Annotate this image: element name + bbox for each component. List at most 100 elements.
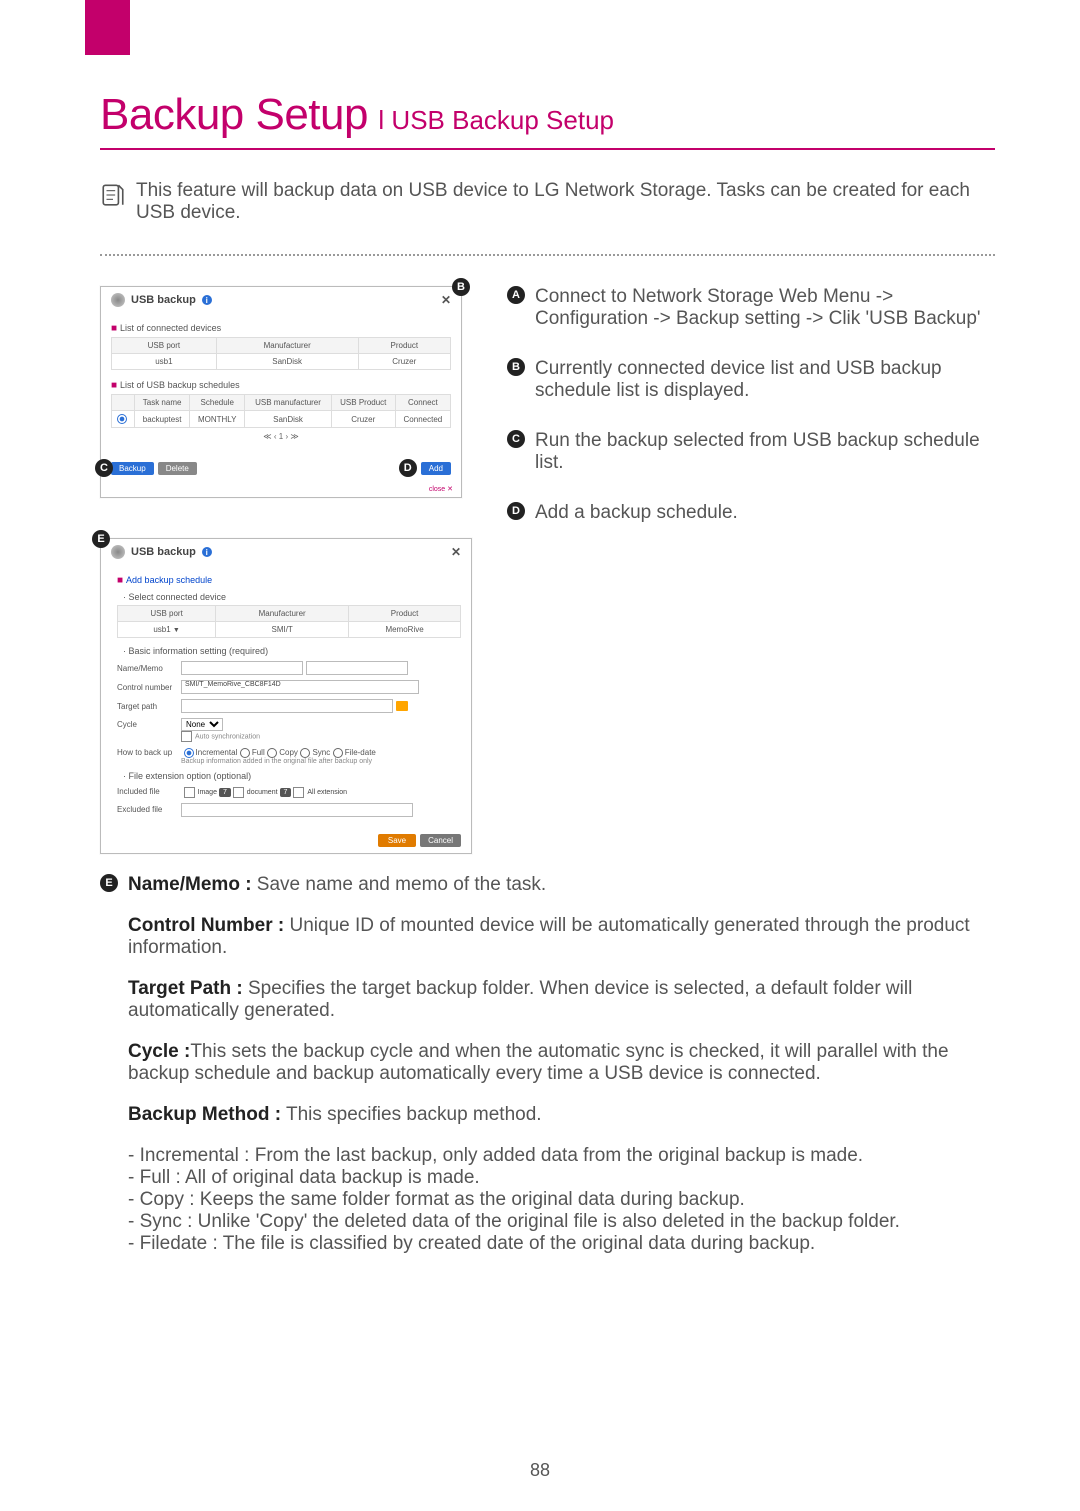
desc-c: Run the backup selected from USB backup … <box>535 430 995 474</box>
panel1-title: USB backup <box>131 294 196 306</box>
sec-select: Select connected device <box>129 592 227 602</box>
sec-ext: File extension option (optional) <box>129 771 252 781</box>
cycle-label: Cycle : <box>128 1041 190 1062</box>
table-row[interactable]: backuptestMONTHLYSanDiskCruzerConnected <box>112 411 451 428</box>
lbl-target: Target path <box>117 702 181 711</box>
info-icon[interactable]: i <box>202 547 212 557</box>
lbl-excluded: Excluded file <box>117 805 181 814</box>
connected-devices-table: USB portManufacturerProduct usb1SanDiskC… <box>111 337 451 370</box>
delete-button[interactable]: Delete <box>158 462 197 475</box>
name-text: Save name and memo of the task. <box>252 874 547 895</box>
memo-input[interactable] <box>306 661 408 675</box>
divider-dotted <box>100 254 995 256</box>
title-sub: l USB Backup Setup <box>378 105 614 135</box>
panel1-header: USB backup i ✕ <box>101 287 461 313</box>
lbl-name: Name/Memo <box>117 664 181 673</box>
li2: - Full : All of original data backup is … <box>128 1167 995 1189</box>
radio-sync[interactable] <box>300 748 310 758</box>
desc-a: Connect to Network Storage Web Menu -> C… <box>535 286 995 330</box>
panel1-buttons: C Backup Delete D Add <box>101 455 461 485</box>
panel2-title: USB backup <box>131 546 196 558</box>
sec-basic: Basic information setting (required) <box>129 646 269 656</box>
info-icon[interactable]: i <box>202 295 212 305</box>
cycle-text: This sets the backup cycle and when the … <box>128 1041 949 1084</box>
th: Product <box>358 338 450 354</box>
th: Schedule <box>190 395 245 411</box>
li3: - Copy : Keeps the same folder format as… <box>128 1189 995 1211</box>
right-description-list: A Connect to Network Storage Web Menu -> … <box>507 286 995 524</box>
howto-hint: Backup information added in the original… <box>181 758 461 765</box>
badge-d: D <box>399 459 417 477</box>
method-text: This specifies backup method. <box>281 1104 542 1125</box>
th: USB port <box>112 338 217 354</box>
th: USB manufacturer <box>245 395 332 411</box>
li1: - Incremental : From the last backup, on… <box>128 1145 995 1167</box>
panel2-header: USB backup i ✕ <box>101 539 471 565</box>
note-icon <box>100 182 126 208</box>
target-path-input[interactable] <box>181 699 393 713</box>
badge-e: E <box>92 530 110 548</box>
table-row[interactable]: usb1SanDiskCruzer <box>112 354 451 370</box>
th: USB Product <box>331 395 395 411</box>
panels-col: B USB backup i ✕ ■List of connected devi… <box>100 286 472 854</box>
sec1-title: List of connected devices <box>120 323 221 333</box>
panel-add-schedule: E USB backup i ✕ ■Add backup schedule · … <box>100 538 472 854</box>
th: USB port <box>118 606 216 622</box>
chk-image[interactable] <box>184 787 195 798</box>
name-input[interactable] <box>181 661 303 675</box>
count-chip: 7 <box>280 788 292 797</box>
th: Task name <box>135 395 190 411</box>
gear-icon <box>111 545 125 559</box>
excluded-input[interactable] <box>181 803 413 817</box>
chk-doc[interactable] <box>233 787 244 798</box>
desc-d: Add a backup schedule. <box>535 502 738 524</box>
badge-e2: E <box>100 874 118 892</box>
radio-full[interactable] <box>240 748 250 758</box>
schedule-table: Task nameScheduleUSB manufacturerUSB Pro… <box>111 394 451 428</box>
method-label: Backup Method : <box>128 1104 281 1125</box>
badge-d2: D <box>507 502 525 520</box>
lbl-howto: How to back up <box>117 748 181 757</box>
badge-c: C <box>95 459 113 477</box>
radio-select[interactable] <box>117 414 127 424</box>
cancel-button[interactable]: Cancel <box>420 834 461 847</box>
panels-row: B USB backup i ✕ ■List of connected devi… <box>100 286 995 854</box>
desc-b: Currently connected device list and USB … <box>535 358 995 402</box>
add-button[interactable]: Add <box>421 462 451 475</box>
pager[interactable]: ≪ ‹ 1 › ≫ <box>111 432 451 441</box>
name-label: Name/Memo : <box>128 874 252 895</box>
page: Backup Setup l USB Backup Setup This fea… <box>0 0 1080 1511</box>
gear-icon <box>111 293 125 307</box>
control-number-field: SMI/T_MemoRive_CBC8F14D <box>181 680 419 694</box>
chk-allext[interactable] <box>293 787 304 798</box>
li4: - Sync : Unlike 'Copy' the deleted data … <box>128 1211 995 1233</box>
content: Backup Setup l USB Backup Setup This fea… <box>0 0 1080 1315</box>
table-row[interactable]: usb1 ▼SMI/TMemoRive <box>118 622 461 638</box>
li5: - Filedate : The file is classified by c… <box>128 1233 995 1255</box>
side-tab <box>85 0 130 55</box>
badge-b: B <box>452 278 470 296</box>
lbl-included: Included file <box>117 787 181 796</box>
backup-button[interactable]: Backup <box>111 462 154 475</box>
badge-c2: C <box>507 430 525 448</box>
radio-filedate[interactable] <box>333 748 343 758</box>
sec-add: Add backup schedule <box>126 575 212 585</box>
radio-incremental[interactable] <box>184 748 194 758</box>
close-icon[interactable]: ✕ <box>451 545 461 559</box>
save-button[interactable]: Save <box>378 834 416 847</box>
intro-note: This feature will backup data on USB dev… <box>100 180 995 224</box>
radio-copy[interactable] <box>267 748 277 758</box>
bottom-section: E Name/Memo : Save name and memo of the … <box>100 874 995 1255</box>
page-title-row: Backup Setup l USB Backup Setup <box>100 90 995 150</box>
title-main: Backup Setup <box>100 90 368 139</box>
page-number: 88 <box>0 1460 1080 1481</box>
th: Manufacturer <box>216 338 358 354</box>
panel-usb-backup-list: B USB backup i ✕ ■List of connected devi… <box>100 286 462 498</box>
auto-sync-checkbox[interactable] <box>181 731 192 742</box>
close-icon[interactable]: ✕ <box>441 293 451 307</box>
count-chip: 7 <box>219 788 231 797</box>
badge-a: A <box>507 286 525 304</box>
control-label: Control Number : <box>128 915 284 936</box>
folder-icon[interactable] <box>396 701 408 711</box>
cycle-select[interactable]: None <box>181 718 223 731</box>
